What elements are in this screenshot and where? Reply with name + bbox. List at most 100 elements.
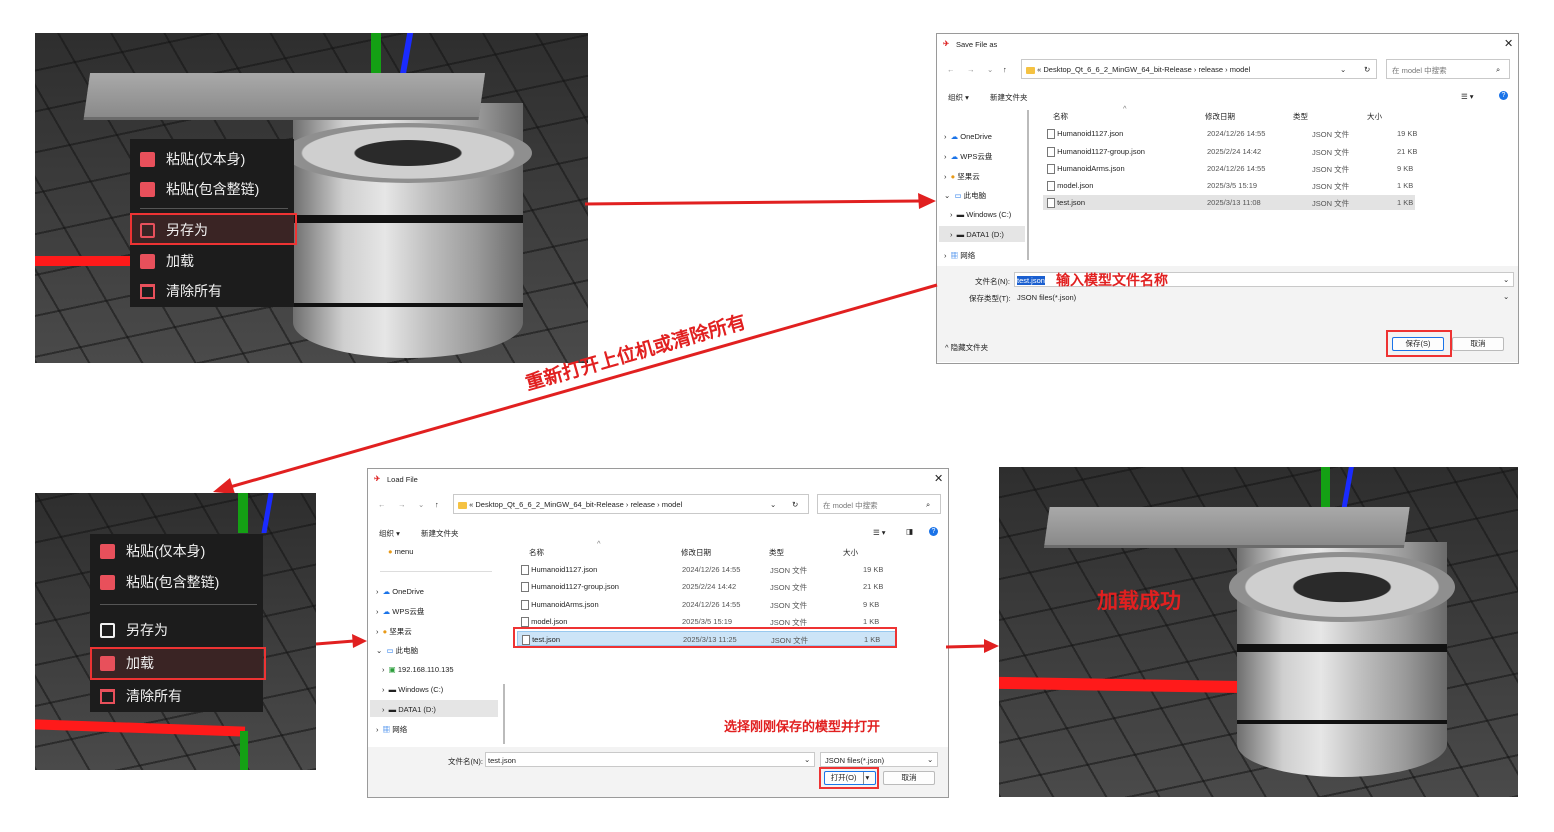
column-date[interactable]: 修改日期 (681, 547, 711, 558)
y-axis-green-lower (240, 731, 248, 770)
table-row[interactable]: model.json 2025/3/5 15:19 JSON 文件 1 KB (1043, 178, 1415, 193)
table-row[interactable]: Humanoid1127.json 2024/12/26 14:55 JSON … (1043, 126, 1417, 141)
nav-item-menu[interactable]: ● menu (388, 547, 413, 556)
menu-item-label: 粘贴(仅本身) (166, 151, 246, 167)
search-input[interactable]: 在 model 中搜索 ⌕ (1386, 59, 1510, 79)
column-size[interactable]: 大小 (1367, 111, 1382, 122)
nav-item-onedrive[interactable]: › ☁ OneDrive (944, 132, 992, 141)
nav-item-onedrive[interactable]: › ☁ OneDrive (376, 587, 424, 596)
help-icon[interactable]: ? (929, 527, 938, 536)
dialog-title: Save File as (956, 40, 998, 49)
menu-item-label: 粘贴(仅本身) (126, 543, 206, 559)
nav-back-icon[interactable]: ← (947, 65, 955, 74)
trash-icon (100, 688, 115, 704)
viewport-scene-2[interactable]: 粘贴(仅本身) 粘贴(包含整链) 另存为 加载 清除所有 (35, 493, 316, 770)
table-row[interactable]: HumanoidArms.json 2024/12/26 14:55 JSON … (1043, 161, 1415, 176)
nav-recent-icon[interactable]: ⌄ (418, 500, 424, 509)
search-input[interactable]: 在 model 中搜索 ⌕ (817, 494, 941, 514)
filetype-select[interactable]: JSON files(*.json) ⌄ (1014, 289, 1514, 304)
filename-field[interactable]: test.json ⌄ (485, 752, 815, 767)
menu-item-label: 清除所有 (126, 688, 182, 704)
column-size[interactable]: 大小 (843, 547, 858, 558)
chevron-down-icon: ⌄ (770, 500, 777, 509)
actuator-model[interactable] (1228, 542, 1456, 777)
highlight-load (90, 647, 266, 680)
nav-item-this-pc[interactable]: ⌄ ▭ 此电脑 (376, 645, 418, 656)
nav-forward-icon[interactable]: → (967, 65, 975, 74)
nav-recent-icon[interactable]: ⌄ (987, 65, 993, 74)
table-row[interactable]: Humanoid1127.json 2024/12/26 14:55 JSON … (517, 562, 897, 577)
nav-forward-icon[interactable]: → (398, 500, 406, 509)
new-folder-button[interactable]: 新建文件夹 (421, 528, 459, 539)
menu-paste-self[interactable]: 粘贴(仅本身) (90, 537, 263, 565)
chevron-down-icon: ⌄ (1503, 292, 1510, 301)
file-icon (521, 565, 529, 576)
menu-paste-chain[interactable]: 粘贴(包含整链) (90, 568, 263, 596)
table-row[interactable]: Humanoid1127-group.json 2025/2/24 14:42 … (517, 579, 897, 594)
sort-icon: ^ (1123, 104, 1127, 113)
nav-item-wps[interactable]: › ☁ WPS云盘 (376, 606, 424, 617)
arrow-to-load-dialog (316, 634, 367, 648)
nav-up-icon[interactable]: ↑ (1003, 65, 1007, 74)
scrollbar[interactable] (1027, 110, 1029, 260)
close-icon[interactable]: ✕ (1504, 37, 1513, 50)
nav-item-network[interactable]: › ▦ 网络 (944, 250, 975, 261)
column-name[interactable]: 名称 (529, 547, 544, 558)
x-axis-red (999, 676, 1250, 694)
trash-icon (140, 283, 155, 299)
filetype-select[interactable]: JSON files(*.json) ⌄ (820, 752, 938, 767)
x-axis-red (35, 719, 246, 737)
nav-item-this-pc[interactable]: ⌄ ▭ 此电脑 (944, 190, 986, 201)
organize-button[interactable]: 组织 ▾ (379, 528, 400, 539)
cancel-button[interactable]: 取消 (1452, 337, 1504, 351)
y-axis-green (238, 493, 248, 533)
close-icon[interactable]: ✕ (934, 472, 943, 485)
menu-item-label: 粘贴(包含整链) (166, 181, 260, 197)
nav-item-network[interactable]: › ▦ 网络 (376, 724, 407, 735)
nav-item-network-drive[interactable]: › ▣ 192.168.110.135 (382, 665, 454, 674)
mounting-plate[interactable] (1044, 507, 1410, 545)
column-name[interactable]: 名称 (1053, 111, 1068, 122)
search-icon: ⌕ (1496, 65, 1501, 74)
nav-item-wps[interactable]: › ☁ WPS云盘 (944, 151, 992, 162)
column-type[interactable]: 类型 (769, 547, 784, 558)
nav-item-jianguoyun[interactable]: › ● 坚果云 (944, 171, 980, 182)
new-folder-button[interactable]: 新建文件夹 (990, 92, 1028, 103)
chevron-down-icon: ⌄ (927, 755, 934, 764)
viewport-scene-result[interactable]: 加载成功 (999, 467, 1518, 797)
table-row[interactable]: Humanoid1127-group.json 2025/2/24 14:42 … (1043, 144, 1417, 159)
address-bar[interactable]: « Desktop_Qt_6_6_2_MinGW_64_bit-Release … (1021, 59, 1377, 79)
nav-item-c-drive[interactable]: › ▬ Windows (C:) (950, 210, 1011, 219)
organize-button[interactable]: 组织 ▾ (948, 92, 969, 103)
mounting-plate[interactable] (83, 73, 486, 117)
nav-up-icon[interactable]: ↑ (435, 500, 439, 509)
table-row[interactable]: HumanoidArms.json 2024/12/26 14:55 JSON … (517, 597, 897, 612)
highlight-save-button (1386, 330, 1452, 357)
table-row-selected[interactable]: test.json 2025/3/13 11:08 JSON 文件 1 KB (1043, 195, 1415, 210)
column-type[interactable]: 类型 (1293, 111, 1308, 122)
paste-icon (140, 181, 155, 197)
folder-icon (1026, 66, 1035, 74)
view-options-button[interactable]: ☰ ▾ (1461, 92, 1474, 101)
address-bar[interactable]: « Desktop_Qt_6_6_2_MinGW_64_bit-Release … (453, 494, 809, 514)
menu-clear-all[interactable]: 清除所有 (90, 682, 263, 710)
file-icon (1047, 147, 1055, 158)
menu-paste-chain[interactable]: 粘贴(包含整链) (130, 175, 294, 203)
cancel-button[interactable]: 取消 (883, 771, 935, 785)
menu-save-as[interactable]: 另存为 (90, 616, 263, 644)
help-icon[interactable]: ? (1499, 91, 1508, 100)
sort-icon: ^ (597, 539, 601, 548)
nav-item-c-drive[interactable]: › ▬ Windows (C:) (382, 685, 443, 694)
nav-item-jianguoyun[interactable]: › ● 坚果云 (376, 626, 412, 637)
column-date[interactable]: 修改日期 (1205, 111, 1235, 122)
view-options-button[interactable]: ☰ ▾ (873, 528, 886, 537)
scrollbar[interactable] (503, 684, 505, 744)
menu-item-label: 另存为 (126, 622, 168, 638)
annotation-load-success: 加载成功 (1097, 589, 1181, 613)
preview-pane-icon[interactable]: ◨ (906, 527, 913, 536)
hide-folders-toggle[interactable]: ^ 隐藏文件夹 (945, 342, 988, 353)
folder-icon (458, 501, 467, 509)
menu-paste-self[interactable]: 粘贴(仅本身) (130, 145, 294, 173)
menu-load[interactable]: 加载 (130, 247, 294, 275)
nav-back-icon[interactable]: ← (378, 500, 386, 509)
